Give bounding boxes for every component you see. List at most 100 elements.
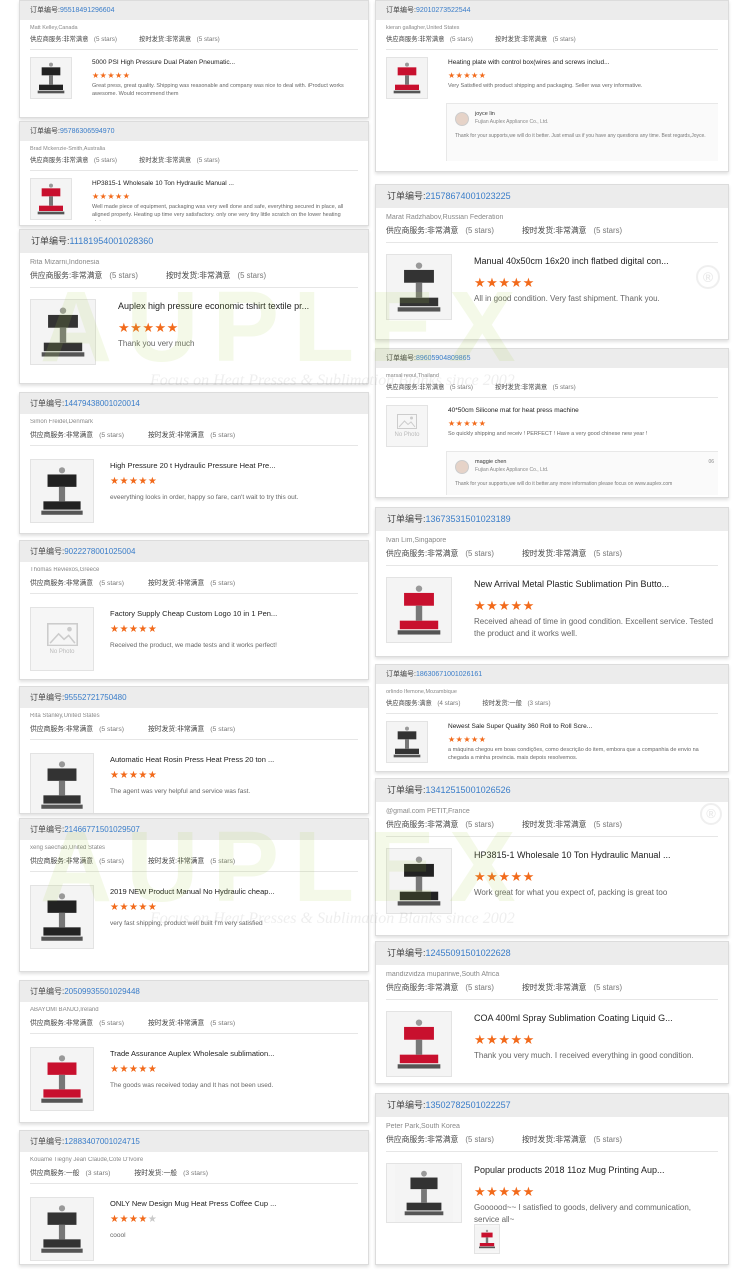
service-label: 供应商服务: xyxy=(386,549,428,559)
product-title-link[interactable]: 2019 NEW Product Manual No Hydraulic che… xyxy=(110,887,350,896)
product-title-link[interactable]: COA 400ml Spray Sublimation Coating Liqu… xyxy=(474,1013,710,1023)
order-number-link[interactable]: 21578674001023225 xyxy=(426,191,511,201)
product-thumbnail[interactable] xyxy=(386,721,428,764)
product-title-link[interactable]: Factory Supply Cheap Custom Logo 10 in 1… xyxy=(110,609,350,618)
star-icon: ★ xyxy=(478,419,487,429)
product-thumbnail[interactable] xyxy=(30,458,94,523)
product-title-link[interactable]: Newest Sale Super Quality 360 Roll to Ro… xyxy=(448,723,710,730)
order-number-link[interactable]: 9022278001025004 xyxy=(64,547,135,556)
order-number-link[interactable]: 20509935501029448 xyxy=(64,987,140,996)
product-thumbnail[interactable] xyxy=(30,57,72,100)
shipping-label: 按时发货: xyxy=(521,549,556,559)
product-thumbnail[interactable] xyxy=(386,1163,462,1224)
no-photo-label: No Photo xyxy=(394,432,420,439)
order-number-link[interactable]: 95786306594970 xyxy=(60,128,115,135)
product-thumbnail[interactable]: No Photo xyxy=(30,606,94,671)
product-title-link[interactable]: 40*50cm Silicone mat for heat press mach… xyxy=(448,407,710,414)
order-number-link[interactable]: 89605904809865 xyxy=(416,355,471,362)
product-title-link[interactable]: Popular products 2018 11oz Mug Printing … xyxy=(474,1165,710,1175)
service-stars-count: (5 stars) xyxy=(99,857,124,865)
product-thumbnail[interactable] xyxy=(30,752,94,813)
product-thumbnail[interactable] xyxy=(30,884,94,949)
star-icon: ★ xyxy=(119,769,129,781)
product-title-link[interactable]: HP3815-1 Wholesale 10 Ton Hydraulic Manu… xyxy=(92,180,350,187)
product-title-link[interactable]: Heating plate with control box(wires and… xyxy=(448,59,710,66)
service-stars-count: (5 stars) xyxy=(465,226,494,236)
service-stars-count: (5 stars) xyxy=(449,384,474,392)
order-number-link[interactable]: 95518491296604 xyxy=(60,7,115,14)
review-product: New Arrival Metal Plastic Sublimation Pi… xyxy=(386,566,718,644)
shipping-stars-count: (5 stars) xyxy=(593,1135,623,1145)
shipping-stars-count: (5 stars) xyxy=(210,857,236,865)
order-header: 订单编号:11181954001028360 xyxy=(20,230,368,253)
review-product: 2019 NEW Product Manual No Hydraulic che… xyxy=(30,872,358,961)
no-photo-label: No Photo xyxy=(49,649,75,656)
product-thumbnail[interactable] xyxy=(30,178,72,221)
product-title-link[interactable]: Trade Assurance Auplex Wholesale sublima… xyxy=(110,1049,350,1058)
product-title-link[interactable]: Automatic Heat Rosin Press Heat Press 20… xyxy=(110,755,350,764)
review-comment: Thank you very much xyxy=(118,339,195,349)
product-title-link[interactable]: Auplex high pressure economic tshirt tex… xyxy=(118,301,350,311)
star-icon: ★ xyxy=(166,320,179,336)
order-label: 订单编号: xyxy=(387,1100,426,1110)
product-title-link[interactable]: ONLY New Design Mug Heat Press Coffee Cu… xyxy=(110,1199,350,1208)
order-number-link[interactable]: 92010273522544 xyxy=(416,7,471,14)
product-thumbnail[interactable] xyxy=(386,848,452,915)
order-label: 订单编号: xyxy=(30,825,65,834)
order-number-link[interactable]: 12883407001024715 xyxy=(64,1137,140,1146)
service-rating: 非常满意 xyxy=(427,549,459,559)
order-number-link[interactable]: 13412515001026526 xyxy=(426,785,511,795)
service-stars-count: (5 stars) xyxy=(99,431,124,439)
review-card: 订单编号:9022278001025004 Thomas Reviexos,Gre… xyxy=(19,540,369,680)
shipping-rating: 非常满意 xyxy=(555,1135,587,1145)
star-icon: ★ xyxy=(147,1213,158,1225)
order-number-link[interactable]: 14479438001020014 xyxy=(64,399,140,408)
order-number-link[interactable]: 13502782501022257 xyxy=(426,1100,511,1110)
star-icon: ★ xyxy=(138,623,148,635)
product-title-link[interactable]: New Arrival Metal Plastic Sublimation Pi… xyxy=(474,579,710,589)
product-thumbnail[interactable]: No Photo xyxy=(386,405,428,448)
product-title-link[interactable]: HP3815-1 Wholesale 10 Ton Hydraulic Manu… xyxy=(474,850,710,860)
review-product: High Pressure 20 t Hydraulic Pressure He… xyxy=(30,446,358,523)
star-icon: ★ xyxy=(122,192,131,202)
shipping-label: 按时发货: xyxy=(521,983,556,993)
service-label: 供应商服务: xyxy=(30,1019,66,1027)
star-icon: ★ xyxy=(147,623,158,635)
review-product: Trade Assurance Auplex Wholesale sublima… xyxy=(30,1034,358,1112)
review-stars: ★★★★★ xyxy=(474,1032,535,1048)
star-icon: ★ xyxy=(486,869,499,885)
product-thumbnail[interactable] xyxy=(386,1011,452,1078)
review-photo[interactable] xyxy=(474,1224,500,1255)
product-thumbnail[interactable] xyxy=(386,577,452,644)
product-thumbnail[interactable] xyxy=(386,254,452,321)
review-product: Manual 40x50cm 16x20 inch flatbed digita… xyxy=(386,243,718,327)
order-number-link[interactable]: 95552721750480 xyxy=(64,693,126,702)
service-label: 供应商服务: xyxy=(386,36,420,44)
order-header: 订单编号:12455091501022628 xyxy=(376,942,728,965)
product-thumbnail[interactable] xyxy=(30,1046,94,1111)
order-number-link[interactable]: 18630671001026161 xyxy=(416,671,482,678)
order-label: 订单编号: xyxy=(30,693,65,702)
star-icon: ★ xyxy=(478,735,487,745)
product-title-link[interactable]: High Pressure 20 t Hydraulic Pressure He… xyxy=(110,461,350,470)
product-title-link[interactable]: 5000 PSI High Pressure Dual Platen Pneum… xyxy=(92,59,350,66)
order-number-link[interactable]: 21466771501029507 xyxy=(64,825,140,834)
product-thumbnail[interactable] xyxy=(386,57,428,100)
product-title-link[interactable]: Manual 40x50cm 16x20 inch flatbed digita… xyxy=(474,256,710,266)
service-label: 供应商服务: xyxy=(30,431,66,439)
service-label: 供应商服务: xyxy=(30,271,72,281)
order-number-link[interactable]: 13673531501023189 xyxy=(426,514,511,524)
order-number-link[interactable]: 12455091501022628 xyxy=(426,948,511,958)
review-stars: ★★★★★ xyxy=(92,192,130,201)
review-product: Newest Sale Super Quality 360 Roll to Ro… xyxy=(386,714,718,764)
shipping-rating: 非常满意 xyxy=(177,579,205,587)
product-thumbnail[interactable] xyxy=(30,1196,94,1261)
star-icon: ★ xyxy=(474,1184,487,1200)
service-rating: 非常满意 xyxy=(427,226,459,236)
star-icon: ★ xyxy=(498,1184,511,1200)
star-icon: ★ xyxy=(448,419,456,429)
order-number-link[interactable]: 11181954001028360 xyxy=(70,236,154,246)
shipping-stars-count: (5 stars) xyxy=(593,983,623,993)
rating-summary: 供应商服务:非常满意 (5 stars) 按时发货:非常满意 (5 stars) xyxy=(30,577,358,594)
product-thumbnail[interactable] xyxy=(30,299,96,366)
